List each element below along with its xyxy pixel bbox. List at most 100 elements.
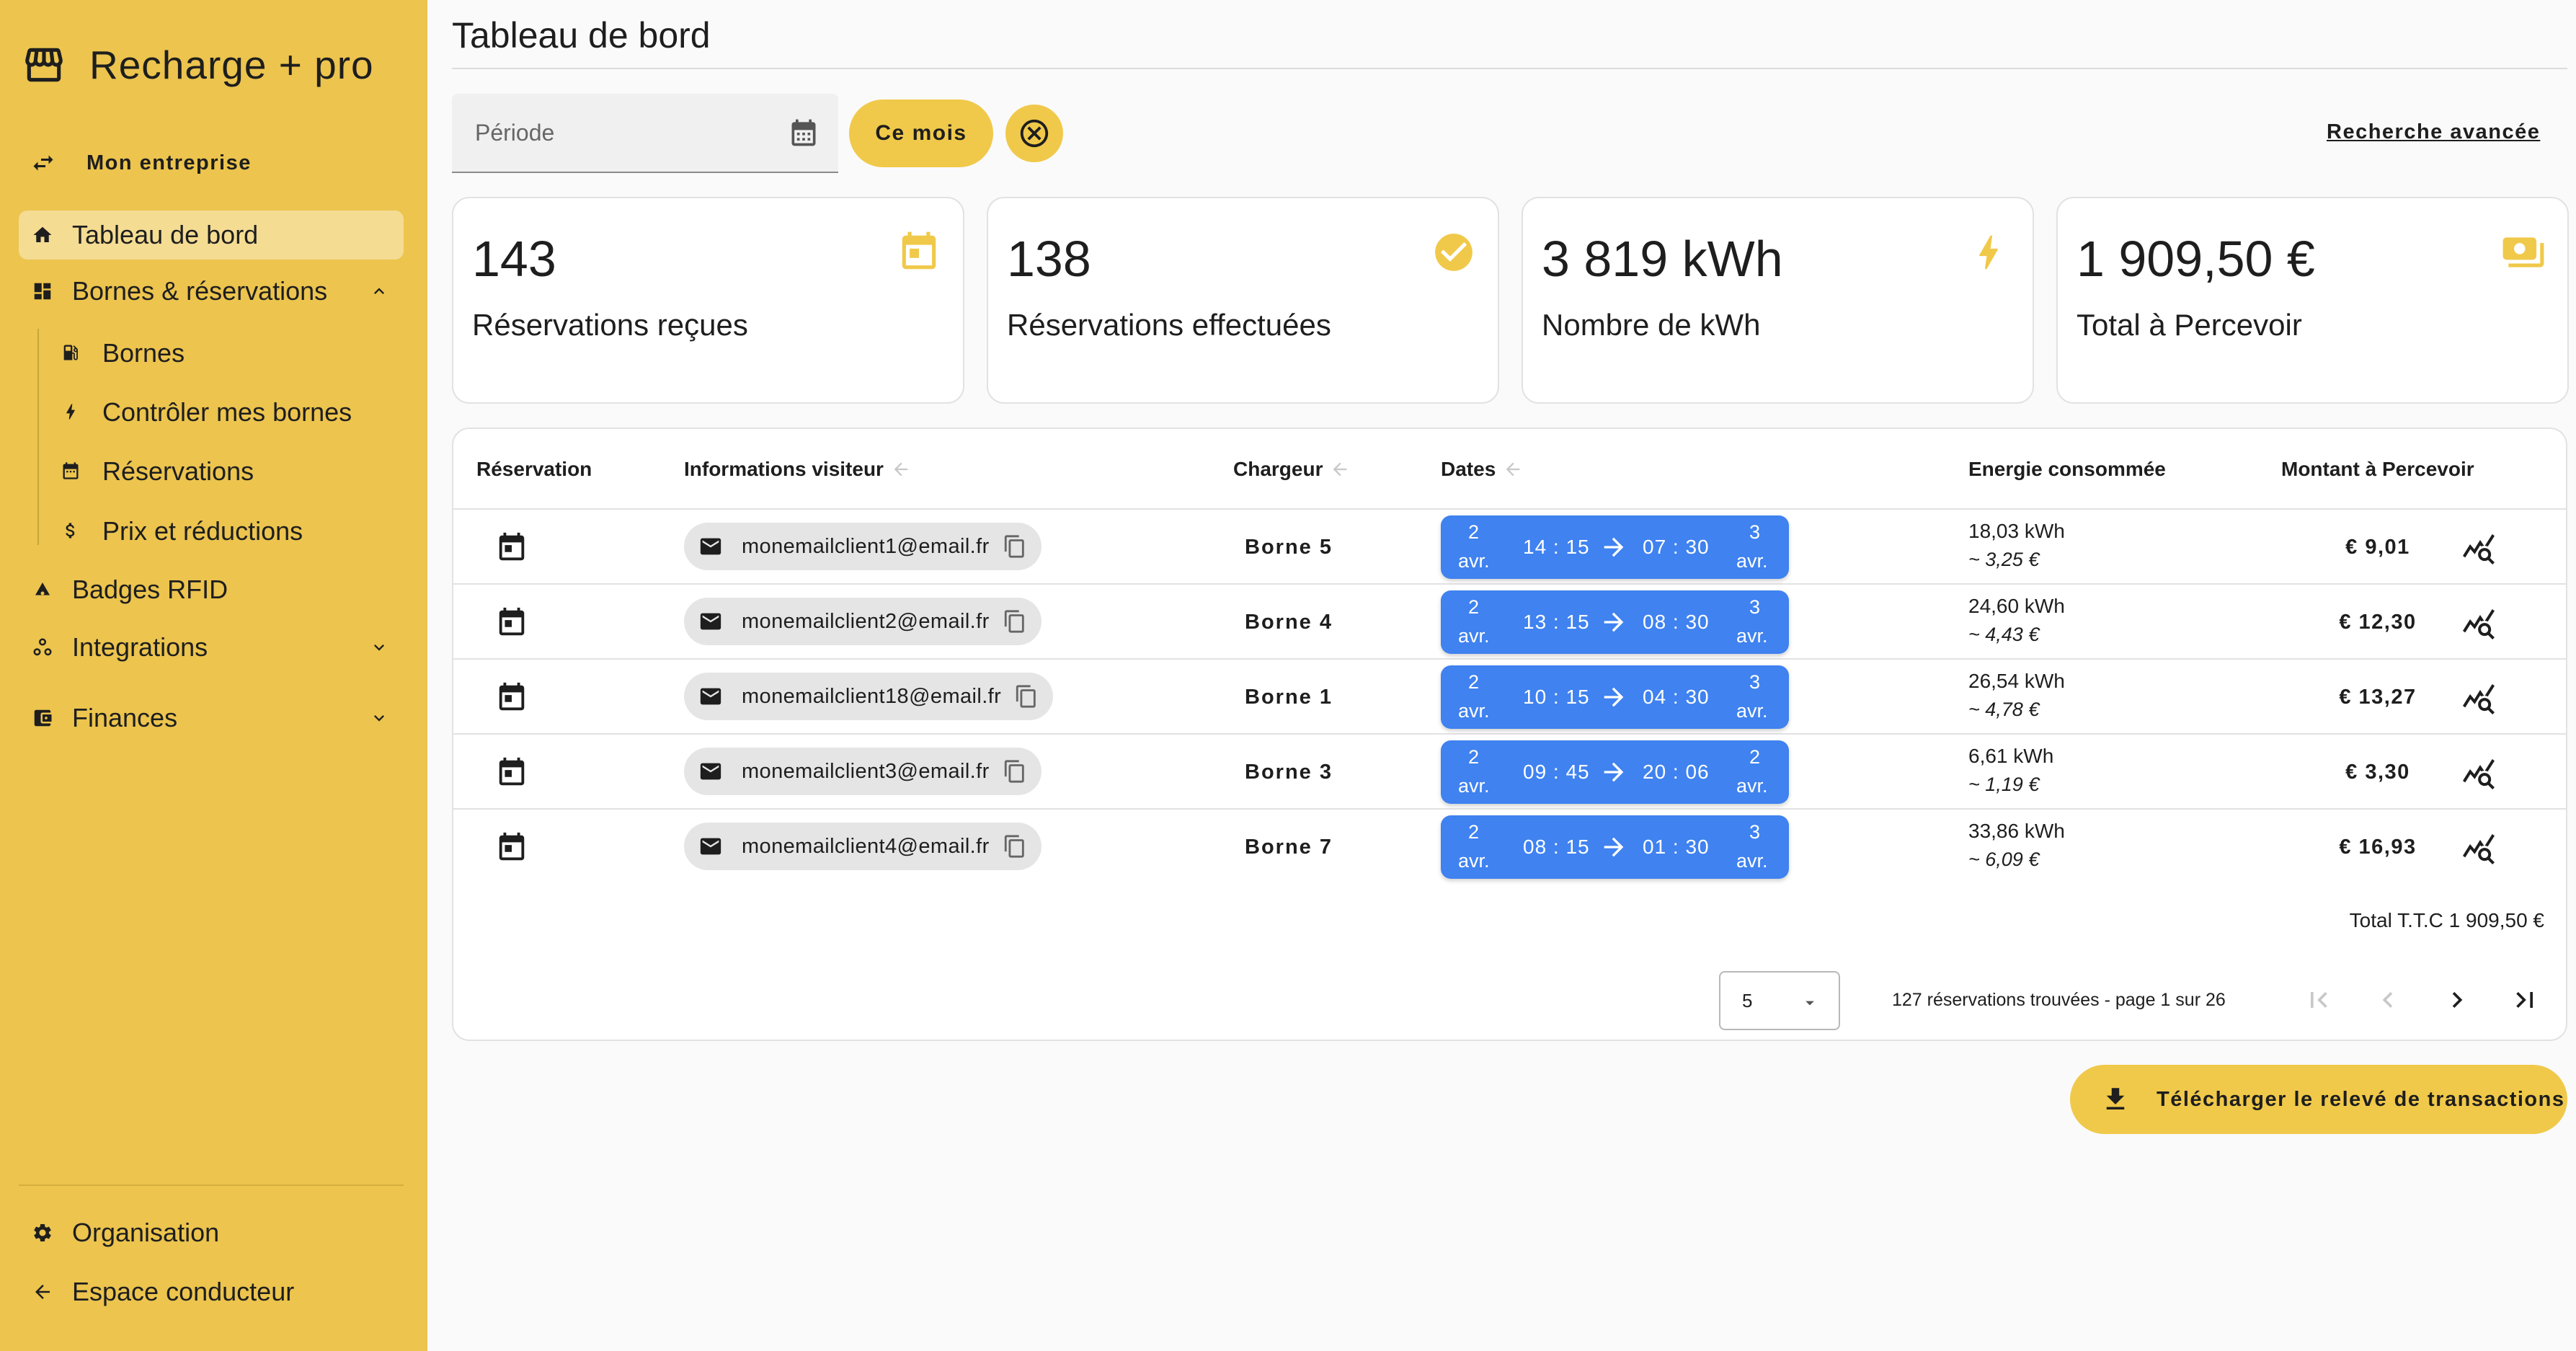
copy-icon[interactable] [1014, 684, 1039, 709]
sidebar-item-reservations[interactable]: Réservations [61, 447, 254, 496]
sidebar-item-badges-rfid[interactable]: Badges RFID [19, 565, 404, 614]
calendar-icon[interactable] [495, 831, 528, 864]
sidebar-item-bornes-reservations[interactable]: Bornes & réservations [19, 267, 404, 316]
calendar-icon [63, 462, 79, 479]
period-input[interactable]: Période [452, 94, 838, 173]
calendar-icon[interactable] [495, 756, 528, 789]
sidebar-item-label: Bornes [102, 338, 185, 368]
visitor-email-chip[interactable]: monemailclient1@email.fr [684, 523, 1041, 570]
calendar-today-icon [902, 231, 936, 270]
sidebar-item-label: Bornes & réservations [72, 276, 328, 306]
sidebar-item-prix-reductions[interactable]: Prix et réductions [61, 507, 303, 556]
chevron-up-icon[interactable] [369, 281, 389, 301]
end-time: 01 : 30 [1643, 836, 1710, 858]
brand[interactable]: Recharge + pro [22, 42, 374, 88]
end-time: 07 : 30 [1643, 536, 1710, 558]
page-size-select[interactable]: 5 [1719, 971, 1840, 1030]
first-page-icon[interactable] [2303, 984, 2335, 1016]
sidebar-item-organisation[interactable]: Organisation [19, 1208, 404, 1257]
page-title: Tableau de bord [452, 15, 711, 56]
date-range-pill: 2 avr. 09 : 45 20 : 06 2 avr. [1441, 740, 1789, 804]
query-stats-icon[interactable] [2461, 606, 2496, 641]
table-row: monemailclient1@email.fr Borne 5 2 avr. 14 :… [453, 510, 2566, 585]
visitor-email-chip[interactable]: monemailclient4@email.fr [684, 823, 1041, 870]
download-statement-button[interactable]: Télécharger le relevé de transactions [2070, 1065, 2567, 1134]
query-stats-icon[interactable] [2461, 756, 2496, 791]
end-day: 3 [1749, 521, 1761, 543]
copy-icon[interactable] [1003, 759, 1027, 784]
start-day: 2 [1468, 671, 1480, 693]
energy-cost: ~ 3,25 € [1968, 549, 2040, 570]
last-page-icon[interactable] [2509, 984, 2541, 1016]
copy-icon[interactable] [1003, 834, 1027, 859]
charger-name: Borne 7 [1245, 836, 1333, 859]
bolt-icon [1979, 235, 1998, 270]
table-row: monemailclient3@email.fr Borne 3 2 avr. 09 :… [453, 735, 2566, 810]
sidebar-item-label: Organisation [72, 1218, 220, 1247]
calendar-icon[interactable] [495, 606, 528, 639]
end-month: avr. [1736, 775, 1768, 797]
check-circle-icon [1435, 234, 1473, 271]
pagination-info: 127 réservations trouvées - page 1 sur 2… [1892, 990, 2226, 1010]
sidebar-item-espace-conducteur[interactable]: Espace conducteur [19, 1267, 404, 1316]
arrow-right-icon [1604, 837, 1624, 857]
copy-icon[interactable] [1003, 534, 1027, 559]
start-month: avr. [1458, 775, 1490, 797]
advanced-search-link[interactable]: Recherche avancée [2327, 120, 2540, 144]
table-row: monemailclient18@email.fr Borne 1 2 avr. 10 … [453, 660, 2566, 735]
storefront-icon [25, 48, 63, 82]
visitor-email: monemailclient3@email.fr [742, 759, 990, 783]
mail-icon [700, 688, 721, 705]
charger-name: Borne 4 [1245, 611, 1333, 634]
sidebar-item-bornes[interactable]: Bornes [61, 329, 185, 378]
next-page-icon[interactable] [2441, 984, 2473, 1016]
start-day: 2 [1468, 521, 1480, 543]
chevron-down-icon[interactable] [369, 637, 389, 657]
date-range-pill: 2 avr. 08 : 15 01 : 30 3 avr. [1441, 815, 1789, 879]
sidebar-item-label: Integrations [72, 632, 208, 662]
company-switcher[interactable]: Mon entreprise [30, 150, 252, 176]
sort-arrow-icon[interactable] [891, 459, 911, 479]
sidebar-item-label: Contrôler mes bornes [102, 397, 352, 427]
sidebar-item-label: Tableau de bord [72, 220, 259, 249]
stat-label: Total à Percevoir [2077, 308, 2302, 342]
sidebar: Recharge + pro Mon entreprise Tableau de… [0, 0, 427, 1351]
amount-to-collect: € 13,27 [2339, 686, 2417, 709]
column-header-visitor[interactable]: Informations visiteur [684, 458, 911, 481]
visitor-email-chip[interactable]: monemailclient18@email.fr [684, 673, 1054, 720]
end-day: 3 [1749, 821, 1761, 843]
table-row: monemailclient4@email.fr Borne 7 2 avr. 08 :… [453, 810, 2566, 885]
sidebar-item-integrations[interactable]: Integrations [19, 623, 404, 672]
visitor-email: monemailclient18@email.fr [742, 684, 1002, 708]
calendar-icon[interactable] [788, 117, 820, 149]
query-stats-icon[interactable] [2461, 681, 2496, 716]
sidebar-item-finances[interactable]: Finances [19, 694, 404, 743]
amount-to-collect: € 16,93 [2339, 836, 2417, 859]
query-stats-icon[interactable] [2461, 831, 2496, 866]
sort-arrow-icon[interactable] [1503, 459, 1523, 479]
sidebar-item-controle-bornes[interactable]: Contrôler mes bornes [61, 388, 352, 437]
query-stats-icon[interactable] [2461, 531, 2496, 566]
copy-icon[interactable] [1003, 609, 1027, 634]
column-header-charger[interactable]: Chargeur [1233, 458, 1350, 481]
reservations-table: Réservation Informations visiteur Charge… [452, 428, 2567, 1041]
start-day: 2 [1468, 821, 1480, 843]
visitor-email-chip[interactable]: monemailclient3@email.fr [684, 748, 1041, 795]
calendar-icon[interactable] [495, 681, 528, 714]
end-day: 2 [1749, 746, 1761, 768]
home-icon [33, 226, 52, 242]
calendar-icon[interactable] [495, 531, 528, 564]
mail-icon [700, 613, 721, 630]
sidebar-item-label: Badges RFID [72, 575, 228, 604]
sidebar-item-dashboard[interactable]: Tableau de bord [19, 211, 404, 260]
start-day: 2 [1468, 596, 1480, 618]
visitor-email-chip[interactable]: monemailclient2@email.fr [684, 598, 1041, 645]
clear-filter-button[interactable] [1005, 105, 1063, 162]
this-month-button[interactable]: Ce mois [849, 99, 993, 167]
visitor-email: monemailclient4@email.fr [742, 834, 990, 858]
previous-page-icon[interactable] [2372, 984, 2404, 1016]
chevron-down-icon[interactable] [369, 708, 389, 728]
integrations-icon [33, 638, 52, 656]
column-header-dates[interactable]: Dates [1441, 458, 1523, 481]
sort-arrow-icon[interactable] [1330, 459, 1350, 479]
